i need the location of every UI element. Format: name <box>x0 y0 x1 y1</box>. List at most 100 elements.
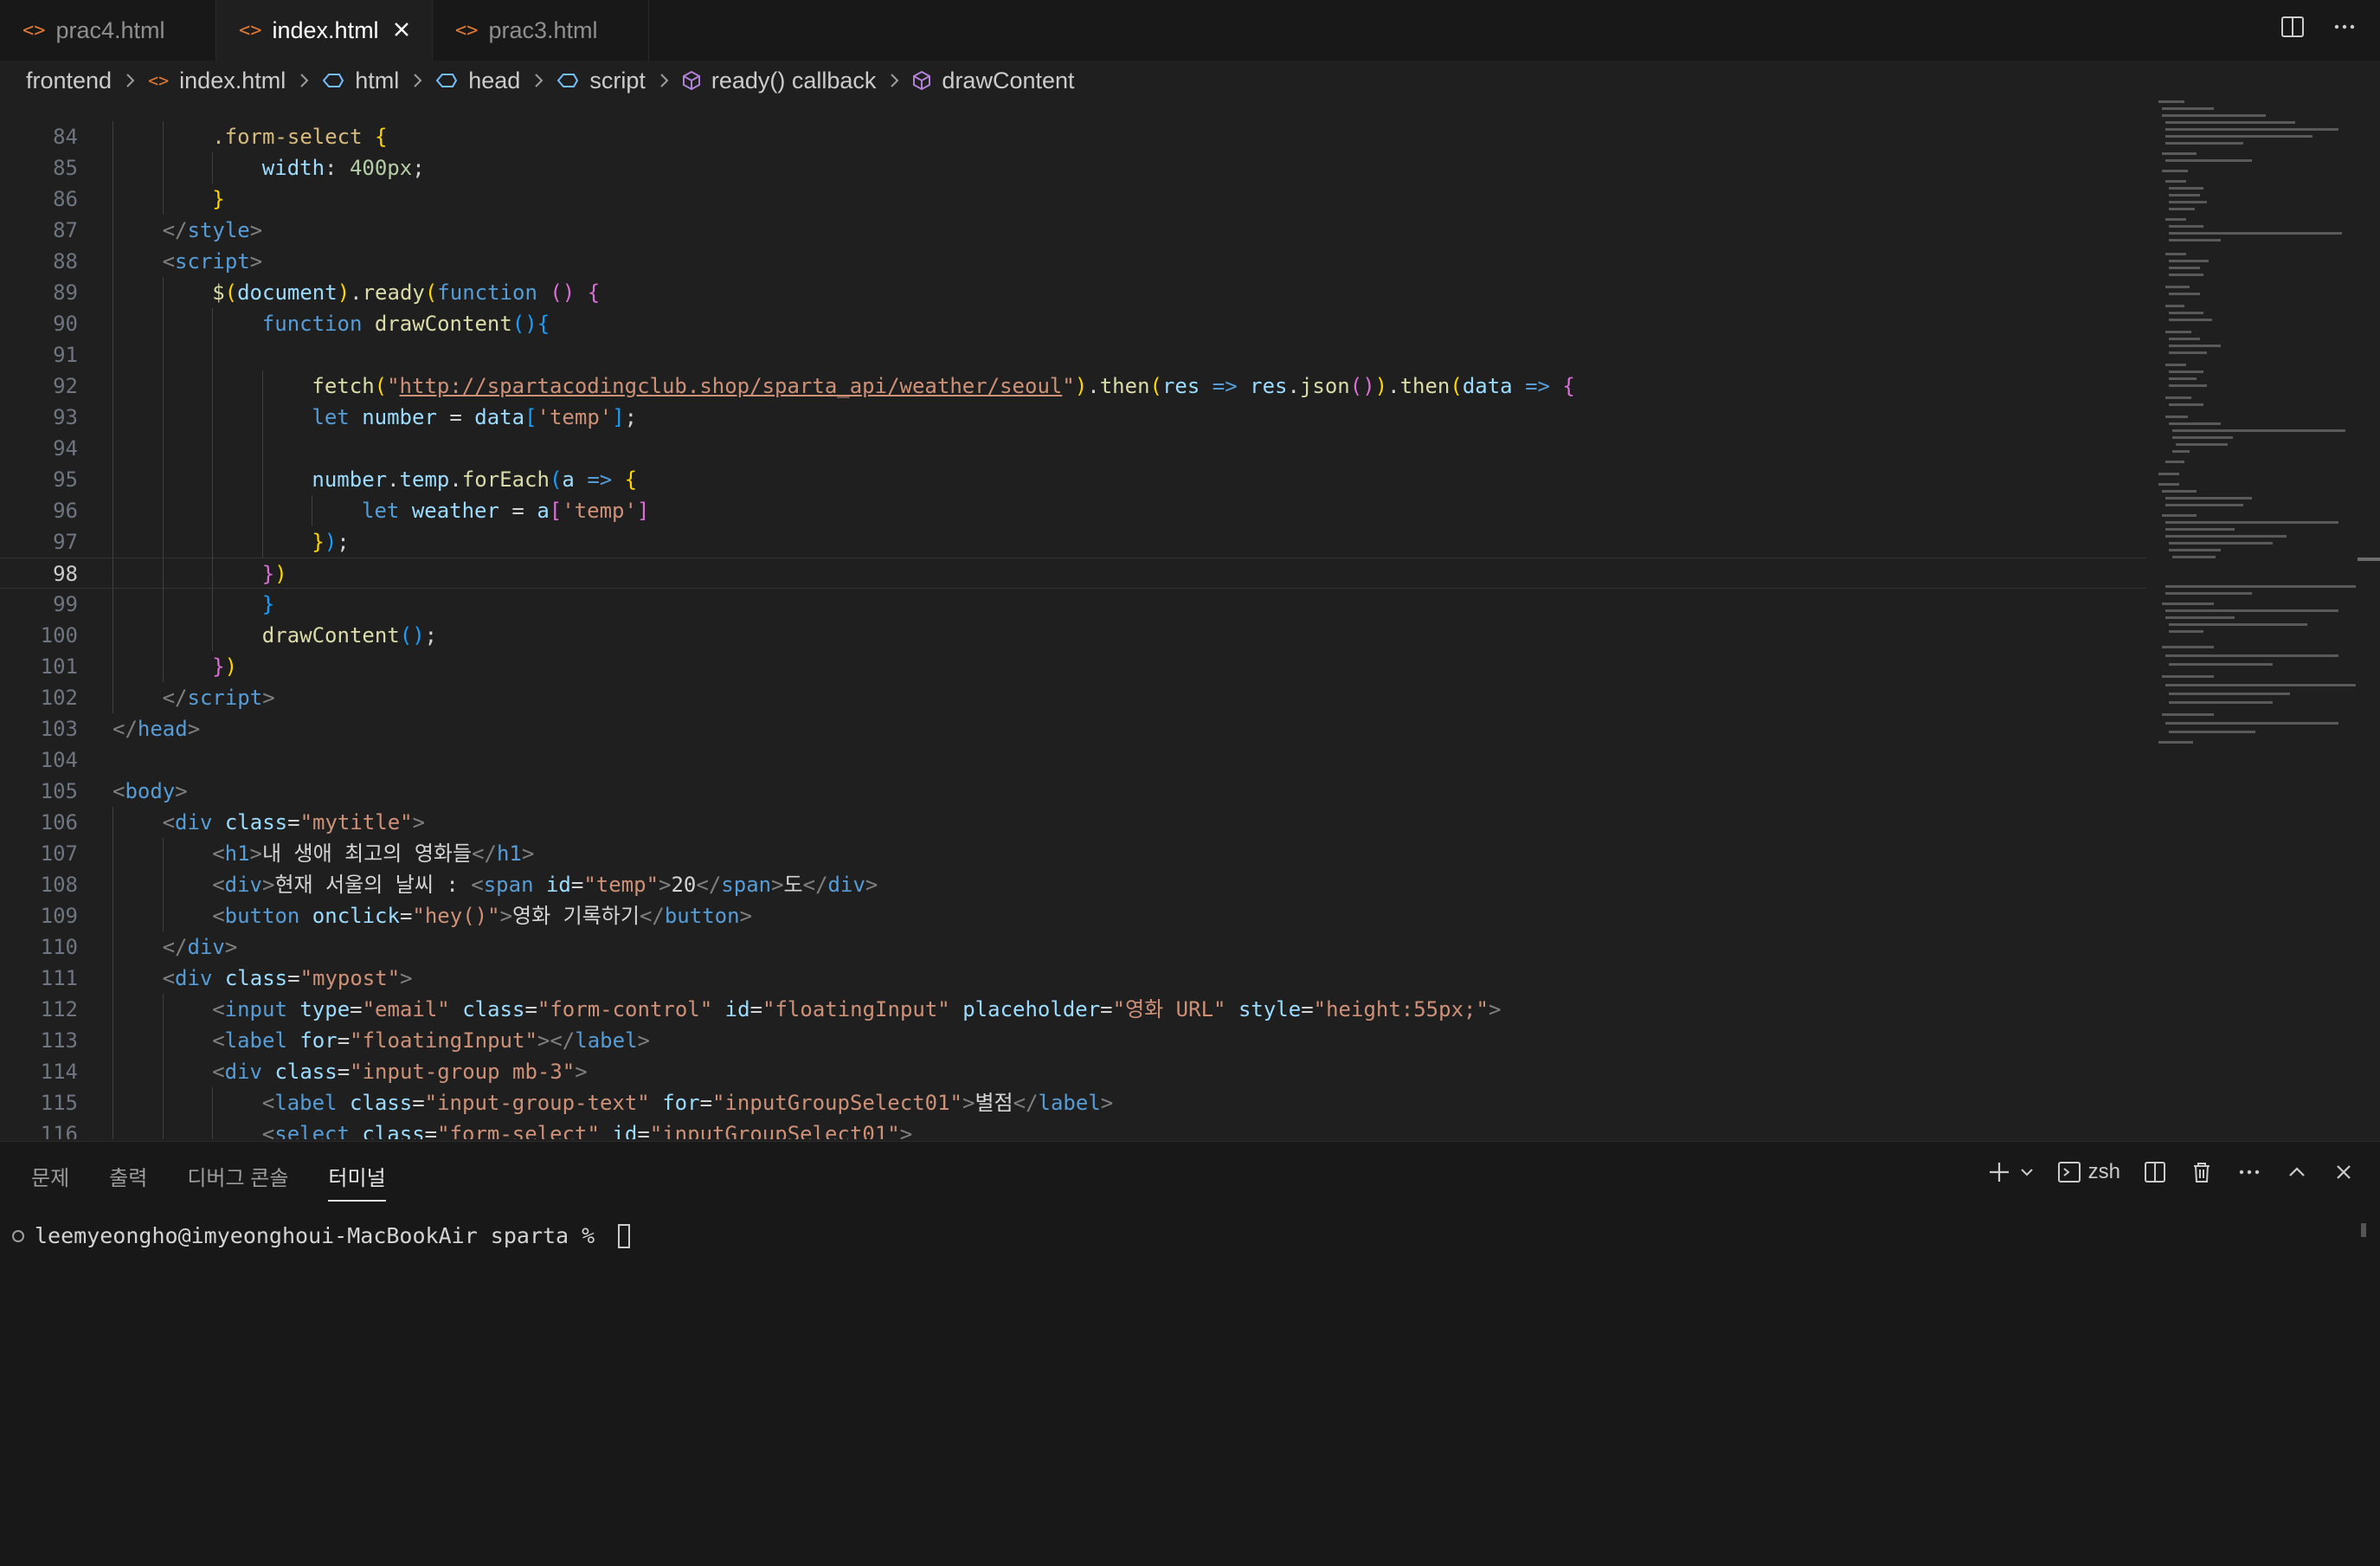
tab-index[interactable]: <> index.html <box>216 0 433 61</box>
code-text: let weather = a['temp'] <box>362 495 649 526</box>
split-terminal-icon[interactable] <box>2143 1160 2167 1184</box>
tab-terminal[interactable]: 터미널 <box>328 1161 386 1202</box>
code-token: > <box>659 873 672 897</box>
tab-prac4[interactable]: <> prac4.html <box>0 0 216 61</box>
code-text: width: 400px; <box>262 152 425 184</box>
breadcrumb-html[interactable]: html <box>322 68 399 94</box>
code-token: div <box>224 1060 262 1084</box>
code-line[interactable]: 99} <box>0 589 2146 620</box>
code-token: = <box>749 997 763 1021</box>
code-line[interactable]: 93 let number = data['temp']; <box>0 402 2146 433</box>
chevron-right-icon <box>300 74 309 87</box>
code-line[interactable]: 89 $(document).ready(function () { <box>0 277 2146 308</box>
code-line[interactable]: 110 </div> <box>0 931 2146 963</box>
code-line[interactable]: 95 number.temp.forEach(a => { <box>0 464 2146 495</box>
code-token: button <box>664 904 740 928</box>
code-line[interactable]: 91 <box>0 339 2146 371</box>
code-editor[interactable]: 84 .form-select {85 width: 400px; 86} 87 </st… <box>0 100 2380 1139</box>
indent-guide <box>162 994 164 1025</box>
tab-output[interactable]: 출력 <box>109 1161 147 1202</box>
breadcrumb-folder[interactable]: frontend <box>26 68 112 94</box>
tab-problems[interactable]: 문제 <box>31 1161 69 1202</box>
code-line[interactable]: 111 <div class="mypost"> <box>0 963 2146 994</box>
code-token: temp <box>399 467 450 492</box>
code-token: ( <box>424 280 438 305</box>
maximize-panel-icon[interactable] <box>2285 1160 2309 1184</box>
symbol-element-icon <box>322 72 344 89</box>
code-line[interactable]: 97}); <box>0 526 2146 557</box>
code-line[interactable]: 115 <label class="input-group-text" for="… <box>0 1087 2146 1118</box>
chevron-right-icon <box>660 74 669 87</box>
code-line[interactable]: 87 </style> <box>0 215 2146 246</box>
breadcrumb-head[interactable]: head <box>435 68 520 94</box>
chevron-down-icon[interactable] <box>2019 1159 2035 1185</box>
split-editor-icon[interactable] <box>2280 14 2306 40</box>
code-line[interactable]: 102 </script> <box>0 682 2146 713</box>
close-icon[interactable] <box>390 18 413 41</box>
code-line[interactable]: 92 fetch("http://spartacodingclub.shop/sp… <box>0 371 2146 402</box>
code-line[interactable]: 103 </head> <box>0 713 2146 744</box>
code-token: 현재 서울의 날씨 : <box>274 873 472 897</box>
code-line[interactable]: 85 width: 400px; <box>0 152 2146 184</box>
code-token: = <box>1100 997 1113 1021</box>
code-line[interactable]: 90 function drawContent(){ <box>0 308 2146 339</box>
code-line[interactable]: 109 <button onclick="hey()">영화 기록하기</butt… <box>0 900 2146 931</box>
code-line[interactable]: 96 let weather = a['temp'] <box>0 495 2146 526</box>
breadcrumb-file[interactable]: <> index.html <box>148 68 286 94</box>
html-file-icon: <> <box>455 19 479 42</box>
code-line[interactable]: 107 <h1>내 생애 최고의 영화들</h1> <box>0 838 2146 869</box>
tab-prac3[interactable]: <> prac3.html <box>433 0 649 61</box>
code-token: < <box>162 249 176 274</box>
code-line[interactable]: 108 <div>현재 서울의 날씨 : <span id="temp">20</… <box>0 869 2146 900</box>
code-token: < <box>471 873 484 897</box>
code-token: > <box>400 966 413 990</box>
more-actions-icon[interactable] <box>2332 14 2357 40</box>
indent-guide <box>212 495 214 526</box>
code-token: for <box>662 1091 700 1115</box>
code-token: 별점 <box>975 1091 1013 1115</box>
code-token: div <box>175 966 213 990</box>
breadcrumb-ready-callback[interactable]: ready() callback <box>682 68 876 94</box>
code-token: 내 생애 최고의 영화들 <box>262 841 473 866</box>
code-token: > <box>1488 997 1502 1021</box>
code-token: () <box>399 623 425 648</box>
terminal-scrollbar[interactable] <box>2361 1223 2366 1237</box>
code-token: = <box>337 1060 351 1084</box>
code-line[interactable]: 116 <select class="form-select" id="input… <box>0 1118 2146 1139</box>
terminal-prompt-line[interactable]: leemyeongho@imyeonghoui-MacBookAir spart… <box>10 1223 631 1248</box>
code-token: h1 <box>224 841 250 866</box>
code-line[interactable]: 112 <input type="email" class="form-contr… <box>0 994 2146 1025</box>
close-panel-icon[interactable] <box>2332 1160 2356 1184</box>
code-line[interactable]: 114 <div class="input-group mb-3"> <box>0 1056 2146 1087</box>
minimap[interactable] <box>2150 100 2357 750</box>
trash-icon[interactable] <box>2190 1160 2214 1184</box>
breadcrumb-drawcontent[interactable]: drawContent <box>912 68 1075 94</box>
code-token: script <box>175 249 250 274</box>
code-line[interactable]: 101}) <box>0 651 2146 682</box>
code-text: } <box>212 184 224 215</box>
code-line[interactable]: 84 .form-select { <box>0 121 2146 152</box>
breadcrumb-script[interactable]: script <box>556 68 646 94</box>
new-terminal-plus-icon[interactable] <box>1986 1159 2012 1185</box>
code-token: ) <box>274 562 287 586</box>
code-line[interactable]: 88 <script> <box>0 246 2146 277</box>
code-line[interactable]: 94 <box>0 433 2146 464</box>
code-line[interactable]: 86} <box>0 184 2146 215</box>
code-line[interactable]: 98}) <box>0 557 2146 590</box>
tab-debug-console[interactable]: 디버그 콘솔 <box>187 1161 288 1202</box>
line-number: 112 <box>40 997 78 1021</box>
code-line[interactable]: 106 <div class="mytitle"> <box>0 807 2146 838</box>
code-line[interactable]: 104 <box>0 744 2146 776</box>
more-actions-icon[interactable] <box>2236 1160 2262 1184</box>
code-token: script <box>187 686 263 710</box>
code-line[interactable]: 100 drawContent(); <box>0 620 2146 651</box>
code-token: width <box>261 156 325 180</box>
code-line[interactable]: 105 <body> <box>0 776 2146 807</box>
shell-selector[interactable]: zsh <box>2057 1160 2120 1184</box>
line-number: 108 <box>40 873 78 897</box>
code-token: data <box>1462 374 1513 398</box>
code-line[interactable]: 113 <label for="floatingInput"></label> <box>0 1025 2146 1056</box>
code-text: <input type="email" class="form-control"… <box>212 994 1501 1025</box>
code-token: [ <box>524 405 537 429</box>
